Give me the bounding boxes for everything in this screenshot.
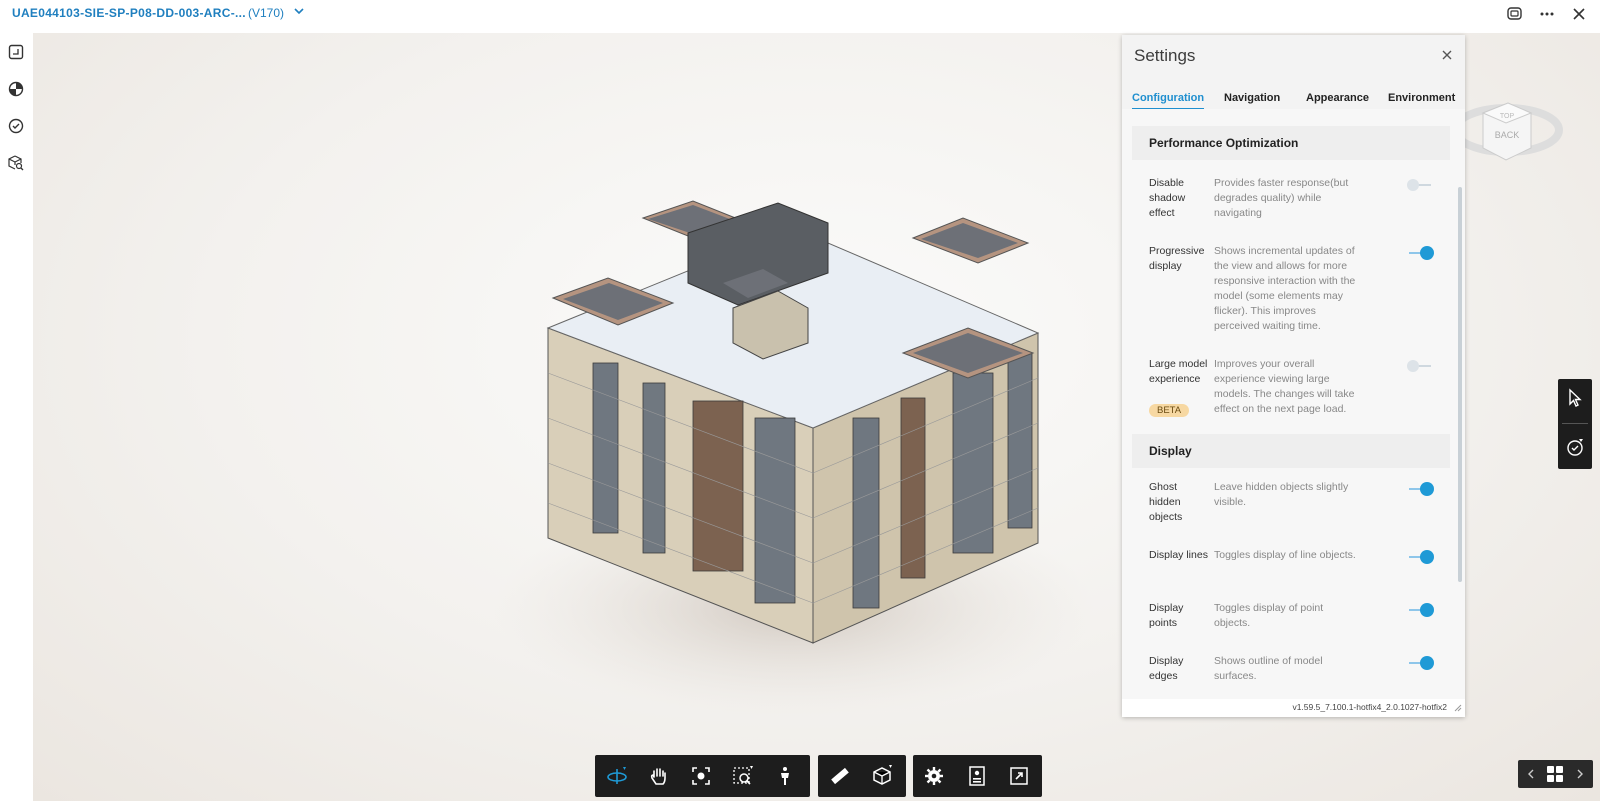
- settings-tabs: Configuration Navigation Appearance Envi…: [1122, 76, 1465, 110]
- section-heading: Performance Optimization: [1132, 126, 1450, 160]
- navigation-toolbar: [595, 755, 810, 797]
- setting-label: Display edges: [1149, 655, 1184, 682]
- chevron-down-icon[interactable]: [292, 4, 306, 18]
- section-box-icon[interactable]: [870, 764, 894, 788]
- pan-icon[interactable]: [647, 764, 671, 788]
- issue-check-icon[interactable]: [1564, 436, 1586, 458]
- tab-environment[interactable]: Environment: [1388, 92, 1455, 104]
- setting-description: Leave hidden objects slightly visible.: [1214, 481, 1349, 508]
- disable-shadow-toggle[interactable]: [1407, 179, 1433, 191]
- display-lines-toggle[interactable]: [1407, 550, 1434, 564]
- settings-panel: Settings Configuration Navigation Appear…: [1122, 35, 1465, 717]
- grid-view-icon[interactable]: [1546, 765, 1564, 783]
- fit-to-view-icon[interactable]: [689, 764, 713, 788]
- left-rail: [0, 33, 33, 801]
- fullscreen-icon[interactable]: [1007, 764, 1031, 788]
- svg-text:TOP: TOP: [1500, 113, 1515, 120]
- setting-label: Display lines: [1149, 549, 1208, 561]
- setting-description: Shows incremental updates of the view an…: [1214, 245, 1356, 332]
- setting-label: Progressive display: [1149, 245, 1205, 272]
- setting-label: Display points: [1149, 602, 1184, 629]
- progressive-display-toggle[interactable]: [1407, 246, 1434, 260]
- zoom-window-icon[interactable]: [731, 764, 755, 788]
- display-edges-toggle[interactable]: [1407, 656, 1434, 670]
- close-icon[interactable]: [1439, 47, 1455, 63]
- document-version[interactable]: (V170): [248, 6, 284, 20]
- close-icon[interactable]: [1568, 3, 1590, 25]
- tab-configuration[interactable]: Configuration: [1132, 92, 1205, 110]
- settings-scrollbar[interactable]: [1458, 187, 1462, 582]
- measure-toolbar: [818, 755, 906, 797]
- display-points-toggle[interactable]: [1407, 603, 1434, 617]
- select-cursor-icon[interactable]: [1564, 387, 1586, 409]
- setting-label: Disable shadow effect: [1149, 177, 1186, 219]
- comments-icon[interactable]: [1504, 3, 1526, 25]
- top-right-actions: [1504, 3, 1590, 25]
- large-model-toggle[interactable]: [1407, 360, 1433, 372]
- setting-description: Shows outline of model surfaces.: [1214, 655, 1323, 682]
- beta-badge-label: BETA: [1149, 404, 1190, 417]
- ghost-hidden-toggle[interactable]: [1407, 482, 1434, 496]
- issues-icon[interactable]: [5, 115, 27, 137]
- chevron-left-icon[interactable]: [1524, 766, 1538, 782]
- first-person-icon[interactable]: [773, 764, 797, 788]
- settings-header: Settings: [1122, 35, 1465, 76]
- right-tool-palette: [1558, 379, 1592, 469]
- section-heading: Display: [1132, 434, 1450, 468]
- tab-navigation[interactable]: Navigation: [1224, 92, 1280, 104]
- model-browser-icon[interactable]: [965, 764, 989, 788]
- setting-description: Toggles display of point objects.: [1214, 602, 1324, 629]
- model-search-icon[interactable]: [5, 152, 27, 174]
- view-cube-face-label[interactable]: BACK: [1495, 130, 1520, 140]
- document-title[interactable]: UAE044103-SIE-SP-P08-DD-003-ARC-...: [12, 6, 246, 20]
- top-bar: UAE044103-SIE-SP-P08-DD-003-ARC-... (V17…: [0, 0, 1600, 33]
- tab-appearance[interactable]: Appearance: [1306, 92, 1369, 104]
- build-version: v1.59.5_7.100.1-hotfix4_2.0.1027-hotfix2: [1292, 702, 1447, 712]
- settings-toolbar: [913, 755, 1042, 797]
- settings-footer: v1.59.5_7.100.1-hotfix4_2.0.1027-hotfix2: [1122, 699, 1465, 717]
- more-icon[interactable]: [1536, 3, 1558, 25]
- sheet-pager: [1518, 760, 1593, 788]
- measure-icon[interactable]: [828, 764, 852, 788]
- settings-content[interactable]: Performance Optimization Disable shadow …: [1122, 109, 1465, 699]
- setting-label: Large model experience: [1149, 358, 1208, 385]
- model-overlay-icon[interactable]: [5, 78, 27, 100]
- setting-description: Toggles display of line objects.: [1214, 549, 1356, 561]
- sheets-icon[interactable]: [5, 41, 27, 63]
- setting-description: Improves your overall experience viewing…: [1214, 358, 1355, 415]
- resize-handle-icon[interactable]: [1454, 704, 1462, 712]
- setting-label: Ghost hidden objects: [1149, 481, 1183, 523]
- orbit-icon[interactable]: [605, 764, 629, 788]
- divider: [1562, 423, 1588, 424]
- settings-title: Settings: [1134, 46, 1196, 65]
- chevron-right-icon[interactable]: [1573, 766, 1587, 782]
- settings-icon[interactable]: [922, 764, 946, 788]
- setting-description: Provides faster response(but degrades qu…: [1214, 177, 1349, 219]
